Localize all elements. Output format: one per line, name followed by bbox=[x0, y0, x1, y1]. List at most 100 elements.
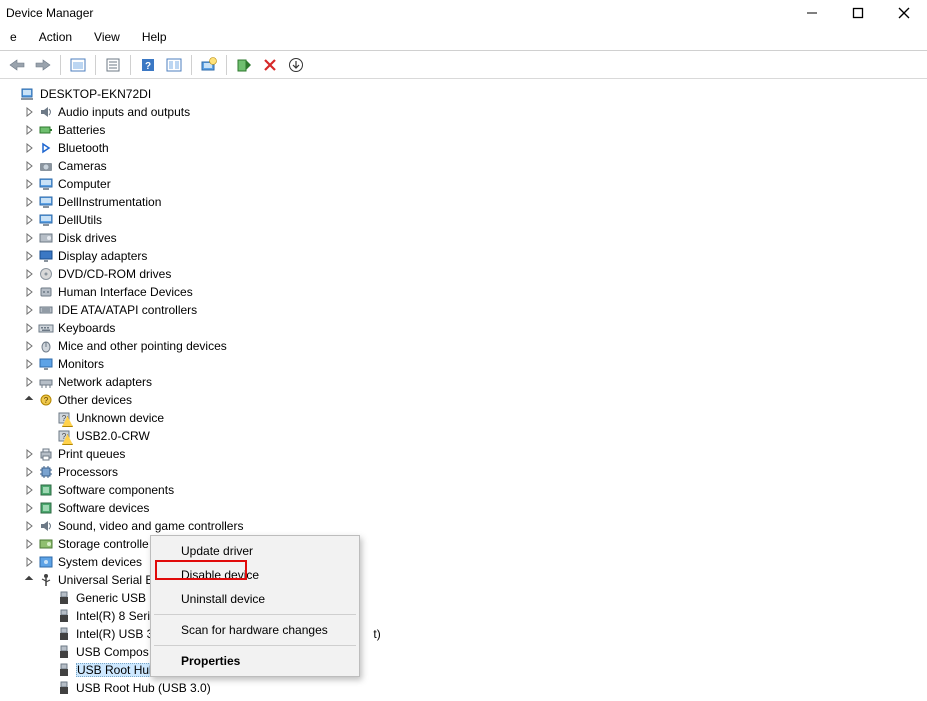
tree-device[interactable]: Generic USB bbox=[4, 589, 923, 607]
tree-category[interactable]: Mice and other pointing devices bbox=[4, 337, 923, 355]
toolbar-update-button[interactable] bbox=[285, 54, 307, 76]
tree-category-label: Cameras bbox=[58, 159, 107, 173]
usbdev-icon bbox=[56, 590, 72, 606]
expander-collapsed-icon[interactable] bbox=[22, 501, 36, 515]
tree-category-label: Audio inputs and outputs bbox=[58, 105, 190, 119]
tree-category-label: DVD/CD-ROM drives bbox=[58, 267, 171, 281]
tree-device[interactable]: USB Root Hub bbox=[4, 661, 923, 679]
svg-text:?: ? bbox=[44, 396, 49, 405]
close-button[interactable] bbox=[881, 0, 927, 26]
menu-help[interactable]: Help bbox=[138, 28, 171, 46]
usbdev-icon bbox=[56, 680, 72, 696]
expander-collapsed-icon[interactable] bbox=[22, 537, 36, 551]
device-tree[interactable]: DESKTOP-EKN72DI Audio inputs and outputs B… bbox=[0, 79, 927, 701]
tree-category[interactable]: Software devices bbox=[4, 499, 923, 517]
tree-category[interactable]: Cameras bbox=[4, 157, 923, 175]
context-menu-scan-hardware[interactable]: Scan for hardware changes bbox=[153, 618, 357, 642]
tree-category[interactable]: ? Other devices bbox=[4, 391, 923, 409]
expander-collapsed-icon[interactable] bbox=[22, 285, 36, 299]
tree-category[interactable]: Keyboards bbox=[4, 319, 923, 337]
toolbar-enable-button[interactable] bbox=[233, 54, 255, 76]
tree-category-label: Print queues bbox=[58, 447, 125, 461]
tree-device[interactable]: Intel(R) 8 Seri bbox=[4, 607, 923, 625]
context-menu-update-driver[interactable]: Update driver bbox=[153, 539, 357, 563]
tree-category[interactable]: Batteries bbox=[4, 121, 923, 139]
expander-collapsed-icon[interactable] bbox=[22, 231, 36, 245]
expander-collapsed-icon[interactable] bbox=[22, 303, 36, 317]
svg-text:?: ? bbox=[62, 432, 67, 441]
system-icon bbox=[38, 554, 54, 570]
expander-collapsed-icon[interactable] bbox=[22, 321, 36, 335]
toolbar-help-button[interactable]: ? bbox=[137, 54, 159, 76]
menu-view[interactable]: View bbox=[90, 28, 124, 46]
menu-action[interactable]: Action bbox=[35, 28, 76, 46]
tree-device[interactable]: ?Unknown device bbox=[4, 409, 923, 427]
expander-expanded-icon[interactable] bbox=[22, 573, 36, 587]
tree-device[interactable]: USB Compos bbox=[4, 643, 923, 661]
maximize-button[interactable] bbox=[835, 0, 881, 26]
expander-collapsed-icon[interactable] bbox=[22, 105, 36, 119]
tree-category[interactable]: Disk drives bbox=[4, 229, 923, 247]
toolbar-forward-button[interactable] bbox=[32, 54, 54, 76]
tree-category[interactable]: DellInstrumentation bbox=[4, 193, 923, 211]
expander-collapsed-icon[interactable] bbox=[22, 483, 36, 497]
toolbar-scan-button[interactable] bbox=[198, 54, 220, 76]
tree-category[interactable]: Universal Serial B bbox=[4, 571, 923, 589]
tree-category[interactable]: Print queues bbox=[4, 445, 923, 463]
keyboard-icon bbox=[38, 320, 54, 336]
expander-collapsed-icon[interactable] bbox=[22, 195, 36, 209]
expander-collapsed-icon[interactable] bbox=[22, 447, 36, 461]
expander-collapsed-icon[interactable] bbox=[22, 159, 36, 173]
context-menu-uninstall-device[interactable]: Uninstall device bbox=[153, 587, 357, 611]
expander-collapsed-icon[interactable] bbox=[22, 267, 36, 281]
toolbar-properties-button[interactable] bbox=[102, 54, 124, 76]
expander-collapsed-icon[interactable] bbox=[22, 465, 36, 479]
tree-category[interactable]: DellUtils bbox=[4, 211, 923, 229]
tree-category[interactable]: Monitors bbox=[4, 355, 923, 373]
usbdev-icon bbox=[56, 626, 72, 642]
expander-collapsed-icon[interactable] bbox=[22, 249, 36, 263]
tree-device[interactable]: ? USB2.0-CRW bbox=[4, 427, 923, 445]
toolbar-show-hidden-button[interactable] bbox=[67, 54, 89, 76]
tree-device-label: USB2.0-CRW bbox=[76, 429, 150, 443]
toolbar-view-options-button[interactable] bbox=[163, 54, 185, 76]
context-menu-properties[interactable]: Properties bbox=[153, 649, 357, 673]
expander-collapsed-icon[interactable] bbox=[22, 357, 36, 371]
tree-category[interactable]: Processors bbox=[4, 463, 923, 481]
expander-collapsed-icon[interactable] bbox=[22, 339, 36, 353]
expander-collapsed-icon[interactable] bbox=[22, 123, 36, 137]
menu-file[interactable]: e bbox=[6, 28, 21, 46]
tree-device-label: Unknown device bbox=[76, 411, 164, 425]
tree-category-label: Other devices bbox=[58, 393, 132, 407]
tree-category-label: Computer bbox=[58, 177, 111, 191]
tree-category[interactable]: Sound, video and game controllers bbox=[4, 517, 923, 535]
minimize-button[interactable] bbox=[789, 0, 835, 26]
tree-category[interactable]: Storage controlle bbox=[4, 535, 923, 553]
tree-category[interactable]: Bluetooth bbox=[4, 139, 923, 157]
tree-device[interactable]: USB Root Hub (USB 3.0) bbox=[4, 679, 923, 697]
expander-collapsed-icon[interactable] bbox=[22, 177, 36, 191]
context-menu-disable-device[interactable]: Disable device bbox=[153, 563, 357, 587]
expander-expanded-icon[interactable] bbox=[22, 393, 36, 407]
tree-category[interactable]: Software components bbox=[4, 481, 923, 499]
tree-category[interactable]: Computer bbox=[4, 175, 923, 193]
tree-category[interactable]: Audio inputs and outputs bbox=[4, 103, 923, 121]
cpu-icon bbox=[38, 464, 54, 480]
tree-category[interactable]: Network adapters bbox=[4, 373, 923, 391]
tree-category[interactable]: Human Interface Devices bbox=[4, 283, 923, 301]
tree-root[interactable]: DESKTOP-EKN72DI bbox=[4, 85, 923, 103]
tree-category[interactable]: DVD/CD-ROM drives bbox=[4, 265, 923, 283]
tree-category[interactable]: System devices bbox=[4, 553, 923, 571]
toolbar-back-button[interactable] bbox=[6, 54, 28, 76]
tree-category-label: Keyboards bbox=[58, 321, 115, 335]
expander-collapsed-icon[interactable] bbox=[22, 555, 36, 569]
tree-device[interactable]: Intel(R) USB 3t) bbox=[4, 625, 923, 643]
tree-category[interactable]: IDE ATA/ATAPI controllers bbox=[4, 301, 923, 319]
toolbar-uninstall-button[interactable] bbox=[259, 54, 281, 76]
expander-collapsed-icon[interactable] bbox=[22, 375, 36, 389]
expander-collapsed-icon[interactable] bbox=[22, 141, 36, 155]
expander-collapsed-icon[interactable] bbox=[22, 213, 36, 227]
tree-category[interactable]: Display adapters bbox=[4, 247, 923, 265]
titlebar: Device Manager bbox=[0, 0, 927, 26]
expander-collapsed-icon[interactable] bbox=[22, 519, 36, 533]
